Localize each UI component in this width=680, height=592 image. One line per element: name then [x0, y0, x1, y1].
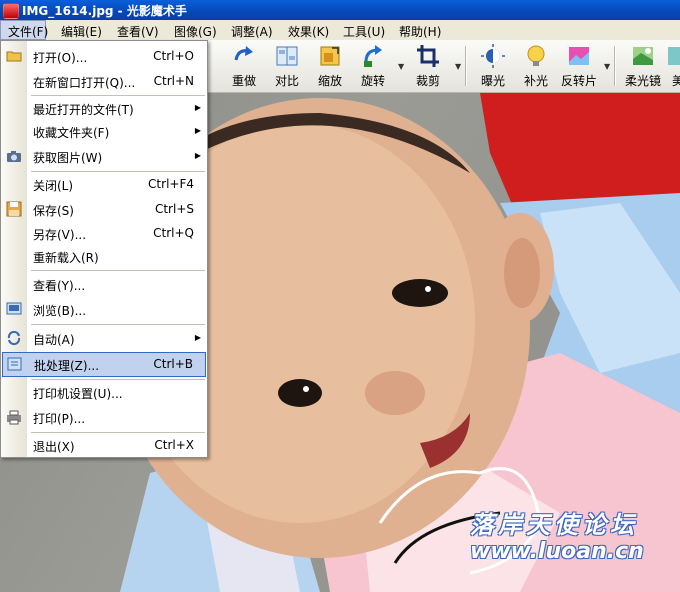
title-bar: IMG_1614.jpg - 光影魔术手 — [0, 0, 680, 20]
submenu-arrow-icon: ▶ — [194, 333, 201, 342]
menu-item-exit[interactable]: 退出(X) Ctrl+X — [2, 434, 206, 456]
rotate-button[interactable]: 旋转 — [347, 40, 399, 92]
toolbar-separator-2 — [614, 46, 616, 86]
submenu-arrow-icon: ▶ — [194, 103, 201, 112]
crop-label: 裁剪 — [415, 74, 440, 88]
beauty-label: 美 — [672, 74, 680, 88]
file-menu: 打开(O)... Ctrl+O 在新窗口打开(Q)... Ctrl+N 最近打开… — [0, 40, 208, 458]
menu-help[interactable]: 帮助(H) — [399, 23, 441, 40]
menu-edit[interactable]: 编辑(E) — [61, 23, 102, 40]
printer-icon — [7, 410, 21, 425]
auto-refresh-icon — [7, 330, 21, 346]
reversal-film-icon — [569, 47, 589, 65]
menu-item-batch[interactable]: 批处理(Z)... Ctrl+B — [2, 352, 206, 377]
film-dropdown-icon[interactable]: ▼ — [604, 62, 610, 71]
menu-effects[interactable]: 效果(K) — [288, 23, 329, 40]
batch-icon — [7, 357, 22, 371]
menu-bar: 文件(F) 编辑(E) 查看(V) 图像(G) 调整(A) 效果(K) 工具(U… — [0, 20, 680, 40]
rotate-icon — [364, 45, 382, 67]
watermark-text: 落岸天使论坛 — [470, 511, 638, 539]
menu-image[interactable]: 图像(G) — [174, 23, 217, 40]
submenu-arrow-icon: ▶ — [194, 151, 201, 160]
menu-item-view[interactable]: 查看(Y)... — [2, 273, 206, 295]
compare-icon — [276, 46, 298, 66]
crop-dropdown-icon[interactable]: ▼ — [455, 62, 461, 71]
app-icon — [3, 3, 19, 19]
folder-open-icon — [6, 51, 22, 62]
beauty-button[interactable]: 美 — [660, 40, 680, 92]
menu-separator — [31, 95, 205, 96]
reversal-film-button[interactable]: 反转片 — [553, 40, 605, 92]
menu-item-favorite-folders[interactable]: 收藏文件夹(F) ▶ — [2, 120, 206, 142]
soft-focus-icon — [633, 47, 653, 65]
exposure-icon — [481, 44, 505, 68]
beauty-icon — [668, 47, 680, 65]
fill-light-icon — [527, 45, 545, 66]
menu-item-auto[interactable]: 自动(A) ▶ — [2, 327, 206, 349]
watermark-url: www.luoan.cn — [470, 539, 644, 564]
menu-tools[interactable]: 工具(U) — [343, 23, 385, 40]
menu-item-save[interactable]: 保存(S) Ctrl+S — [2, 198, 206, 220]
menu-item-acquire-image[interactable]: 获取图片(W) ▶ — [2, 145, 206, 167]
menu-separator — [31, 270, 205, 271]
camera-icon — [7, 151, 21, 162]
menu-separator — [31, 432, 205, 433]
submenu-arrow-icon: ▶ — [194, 126, 201, 135]
menu-item-open[interactable]: 打开(O)... Ctrl+O — [2, 45, 206, 67]
menu-separator — [31, 379, 205, 380]
menu-item-save-as[interactable]: 另存(V)... Ctrl+Q — [2, 222, 206, 244]
save-icon — [6, 201, 22, 217]
menu-item-printer-setup[interactable]: 打印机设置(U)... — [2, 381, 206, 403]
reversal-film-label: 反转片 — [560, 74, 597, 88]
menu-file[interactable]: 文件(F) — [0, 20, 48, 40]
browse-icon — [6, 302, 22, 315]
rotate-label: 旋转 — [360, 74, 385, 88]
zoom-icon — [320, 46, 340, 66]
menu-item-close[interactable]: 关闭(L) Ctrl+F4 — [2, 173, 206, 195]
menu-item-browse[interactable]: 浏览(B)... — [2, 298, 206, 320]
menu-item-recent-files[interactable]: 最近打开的文件(T) ▶ — [2, 97, 206, 119]
menu-separator — [31, 324, 205, 325]
redo-icon — [234, 46, 253, 61]
menu-adjust[interactable]: 调整(A) — [231, 23, 273, 40]
menu-separator — [31, 171, 205, 172]
window-title: IMG_1614.jpg - 光影魔术手 — [22, 4, 187, 18]
menu-item-open-new-window[interactable]: 在新窗口打开(Q)... Ctrl+N — [2, 70, 206, 92]
menu-view[interactable]: 查看(V) — [117, 23, 159, 40]
crop-icon — [417, 45, 439, 67]
crop-button[interactable]: 裁剪 — [402, 40, 454, 92]
menu-item-print[interactable]: 打印(P)... — [2, 406, 206, 428]
menu-item-reload[interactable]: 重新载入(R) — [2, 245, 206, 267]
